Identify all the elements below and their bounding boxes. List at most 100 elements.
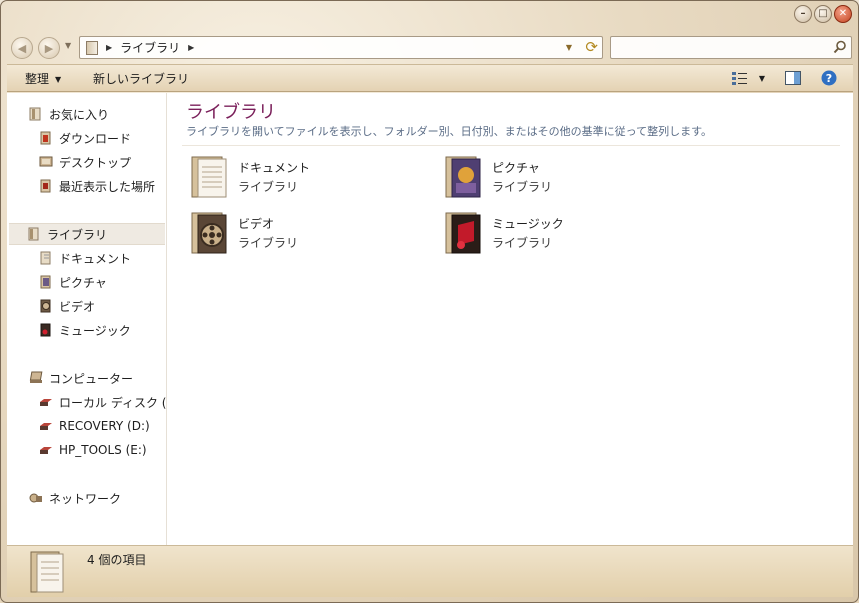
nav-item-label: ダウンロード: [59, 131, 132, 146]
nav-item-label: RECOVERY (D:): [59, 419, 150, 433]
new-library-label: 新しいライブラリ: [93, 72, 190, 86]
nav-item-local-disk[interactable]: ローカル ディスク (: [39, 391, 166, 413]
page-title: ライブラリ: [186, 102, 276, 123]
tile-name: ビデオ: [238, 217, 275, 231]
library-tile-documents[interactable]: ドキュメント ライブラリ: [190, 155, 410, 207]
address-bar[interactable]: ▶ ライブラリ ▶ ▼ ⟳: [79, 36, 603, 59]
tile-type: ライブラリ: [492, 180, 553, 194]
nav-item-music[interactable]: ミュージック: [39, 319, 131, 341]
command-bar: 整理 ▼ 新しいライブラリ ▼ ?: [7, 64, 853, 92]
nav-item-documents[interactable]: ドキュメント: [39, 247, 131, 269]
nav-favorites-label: お気に入り: [49, 107, 110, 122]
organize-button[interactable]: 整理 ▼: [25, 70, 61, 87]
nav-item-videos[interactable]: ビデオ: [39, 295, 95, 317]
tile-type: ライブラリ: [238, 180, 299, 194]
back-arrow-icon: ◀: [17, 41, 27, 55]
nav-network[interactable]: ネットワーク: [29, 487, 121, 509]
hard-drive-icon: [40, 399, 52, 406]
downloads-folder-icon: [40, 131, 51, 145]
nav-computer[interactable]: コンピューター: [29, 367, 133, 389]
nav-item-desktop[interactable]: デスクトップ: [39, 151, 131, 173]
tile-type: ライブラリ: [238, 236, 299, 250]
nav-item-recent-places[interactable]: 最近表示した場所: [39, 175, 155, 197]
breadcrumb-separator[interactable]: ▶: [106, 43, 112, 52]
nav-item-label: ドキュメント: [59, 251, 132, 266]
nav-item-label: デスクトップ: [59, 155, 132, 170]
divider: [182, 145, 840, 146]
documents-icon: [40, 251, 51, 265]
nav-item-recovery[interactable]: RECOVERY (D:): [39, 415, 150, 437]
preview-pane-icon: [785, 71, 801, 85]
forward-button[interactable]: ▶: [38, 37, 60, 59]
organize-label: 整理: [25, 72, 50, 86]
hard-drive-icon: [40, 447, 52, 454]
nav-item-label: ビデオ: [59, 299, 96, 314]
minimize-button[interactable]: –: [794, 5, 812, 23]
refresh-icon[interactable]: ⟳: [585, 38, 598, 56]
recent-pages-dropdown[interactable]: ▼: [65, 41, 71, 50]
help-button[interactable]: ?: [819, 69, 839, 87]
search-icon[interactable]: [833, 40, 847, 54]
favorites-star-icon: [29, 107, 41, 121]
nav-network-label: ネットワーク: [49, 491, 122, 506]
caption-buttons: – □ ✕: [794, 5, 852, 23]
svg-text:?: ?: [826, 72, 832, 85]
forward-arrow-icon: ▶: [44, 41, 54, 55]
close-icon: ✕: [838, 8, 848, 19]
page-subtitle: ライブラリを開いてファイルを表示し、フォルダー別、日付別、またはその他の基準に従…: [186, 125, 713, 138]
explorer-body: お気に入り ダウンロード デスクトップ 最近表示した場所 ライブラリ ドキュメン…: [7, 93, 853, 545]
maximize-button[interactable]: □: [814, 5, 832, 23]
tile-name: ドキュメント: [238, 161, 311, 175]
chevron-down-icon: ▼: [758, 73, 766, 83]
nav-libraries[interactable]: ライブラリ: [9, 223, 165, 245]
tile-type: ライブラリ: [492, 236, 553, 250]
nav-item-label: 最近表示した場所: [59, 179, 156, 194]
libraries-large-icon: [30, 551, 64, 593]
breadcrumb-libraries[interactable]: ライブラリ: [120, 39, 180, 56]
tile-name: ミュージック: [492, 217, 564, 231]
close-button[interactable]: ✕: [834, 5, 852, 23]
nav-item-label: HP_TOOLS (E:): [59, 443, 147, 457]
navigation-pane[interactable]: お気に入り ダウンロード デスクトップ 最近表示した場所 ライブラリ ドキュメン…: [7, 93, 167, 545]
library-tile-music[interactable]: ミュージック ライブラリ: [444, 211, 664, 263]
change-view-button[interactable]: [730, 69, 750, 87]
back-button[interactable]: ◀: [11, 37, 33, 59]
breadcrumb-separator-end[interactable]: ▶: [188, 43, 194, 52]
new-library-button[interactable]: 新しいライブラリ: [93, 70, 189, 87]
nav-item-downloads[interactable]: ダウンロード: [39, 127, 131, 149]
view-list-icon: [732, 72, 747, 85]
content-pane: ライブラリ ライブラリを開いてファイルを表示し、フォルダー別、日付別、またはその…: [168, 93, 853, 545]
nav-item-label: ミュージック: [59, 323, 131, 338]
recent-places-icon: [40, 179, 51, 193]
pictures-icon: [40, 275, 51, 289]
desktop-icon: [39, 156, 53, 167]
videos-icon: [40, 299, 51, 313]
computer-icon: [29, 371, 43, 383]
nav-item-pictures[interactable]: ピクチャ: [39, 271, 107, 293]
nav-computer-label: コンピューター: [49, 371, 134, 386]
address-history-dropdown[interactable]: ▼: [566, 43, 572, 52]
tile-name: ピクチャ: [492, 161, 540, 175]
pictures-library-icon: [445, 156, 481, 198]
network-icon: [29, 493, 42, 503]
documents-library-icon: [191, 156, 227, 198]
nav-item-label: ピクチャ: [59, 275, 107, 290]
nav-favorites[interactable]: お気に入り: [29, 103, 109, 125]
search-box[interactable]: [610, 36, 852, 59]
view-options-dropdown[interactable]: ▼: [752, 69, 772, 87]
preview-pane-button[interactable]: [783, 69, 803, 87]
nav-libraries-label: ライブラリ: [47, 227, 108, 242]
minimize-icon: –: [800, 8, 806, 19]
library-tile-videos[interactable]: ビデオ ライブラリ: [190, 211, 410, 263]
libraries-icon: [28, 227, 39, 241]
hard-drive-icon: [40, 423, 52, 430]
library-tile-pictures[interactable]: ピクチャ ライブラリ: [444, 155, 664, 207]
explorer-window: – □ ✕ ◀ ▶ ▼ ▶ ライブラリ ▶ ▼ ⟳ 整理 ▼ 新しいライブラリ: [0, 0, 859, 603]
music-icon: [40, 323, 51, 337]
details-pane: 4 個の項目: [7, 545, 853, 597]
library-location-icon: [86, 40, 98, 55]
music-library-icon: [445, 212, 481, 254]
nav-item-hp-tools[interactable]: HP_TOOLS (E:): [39, 439, 147, 461]
search-input[interactable]: [611, 37, 821, 58]
videos-library-icon: [191, 212, 227, 254]
